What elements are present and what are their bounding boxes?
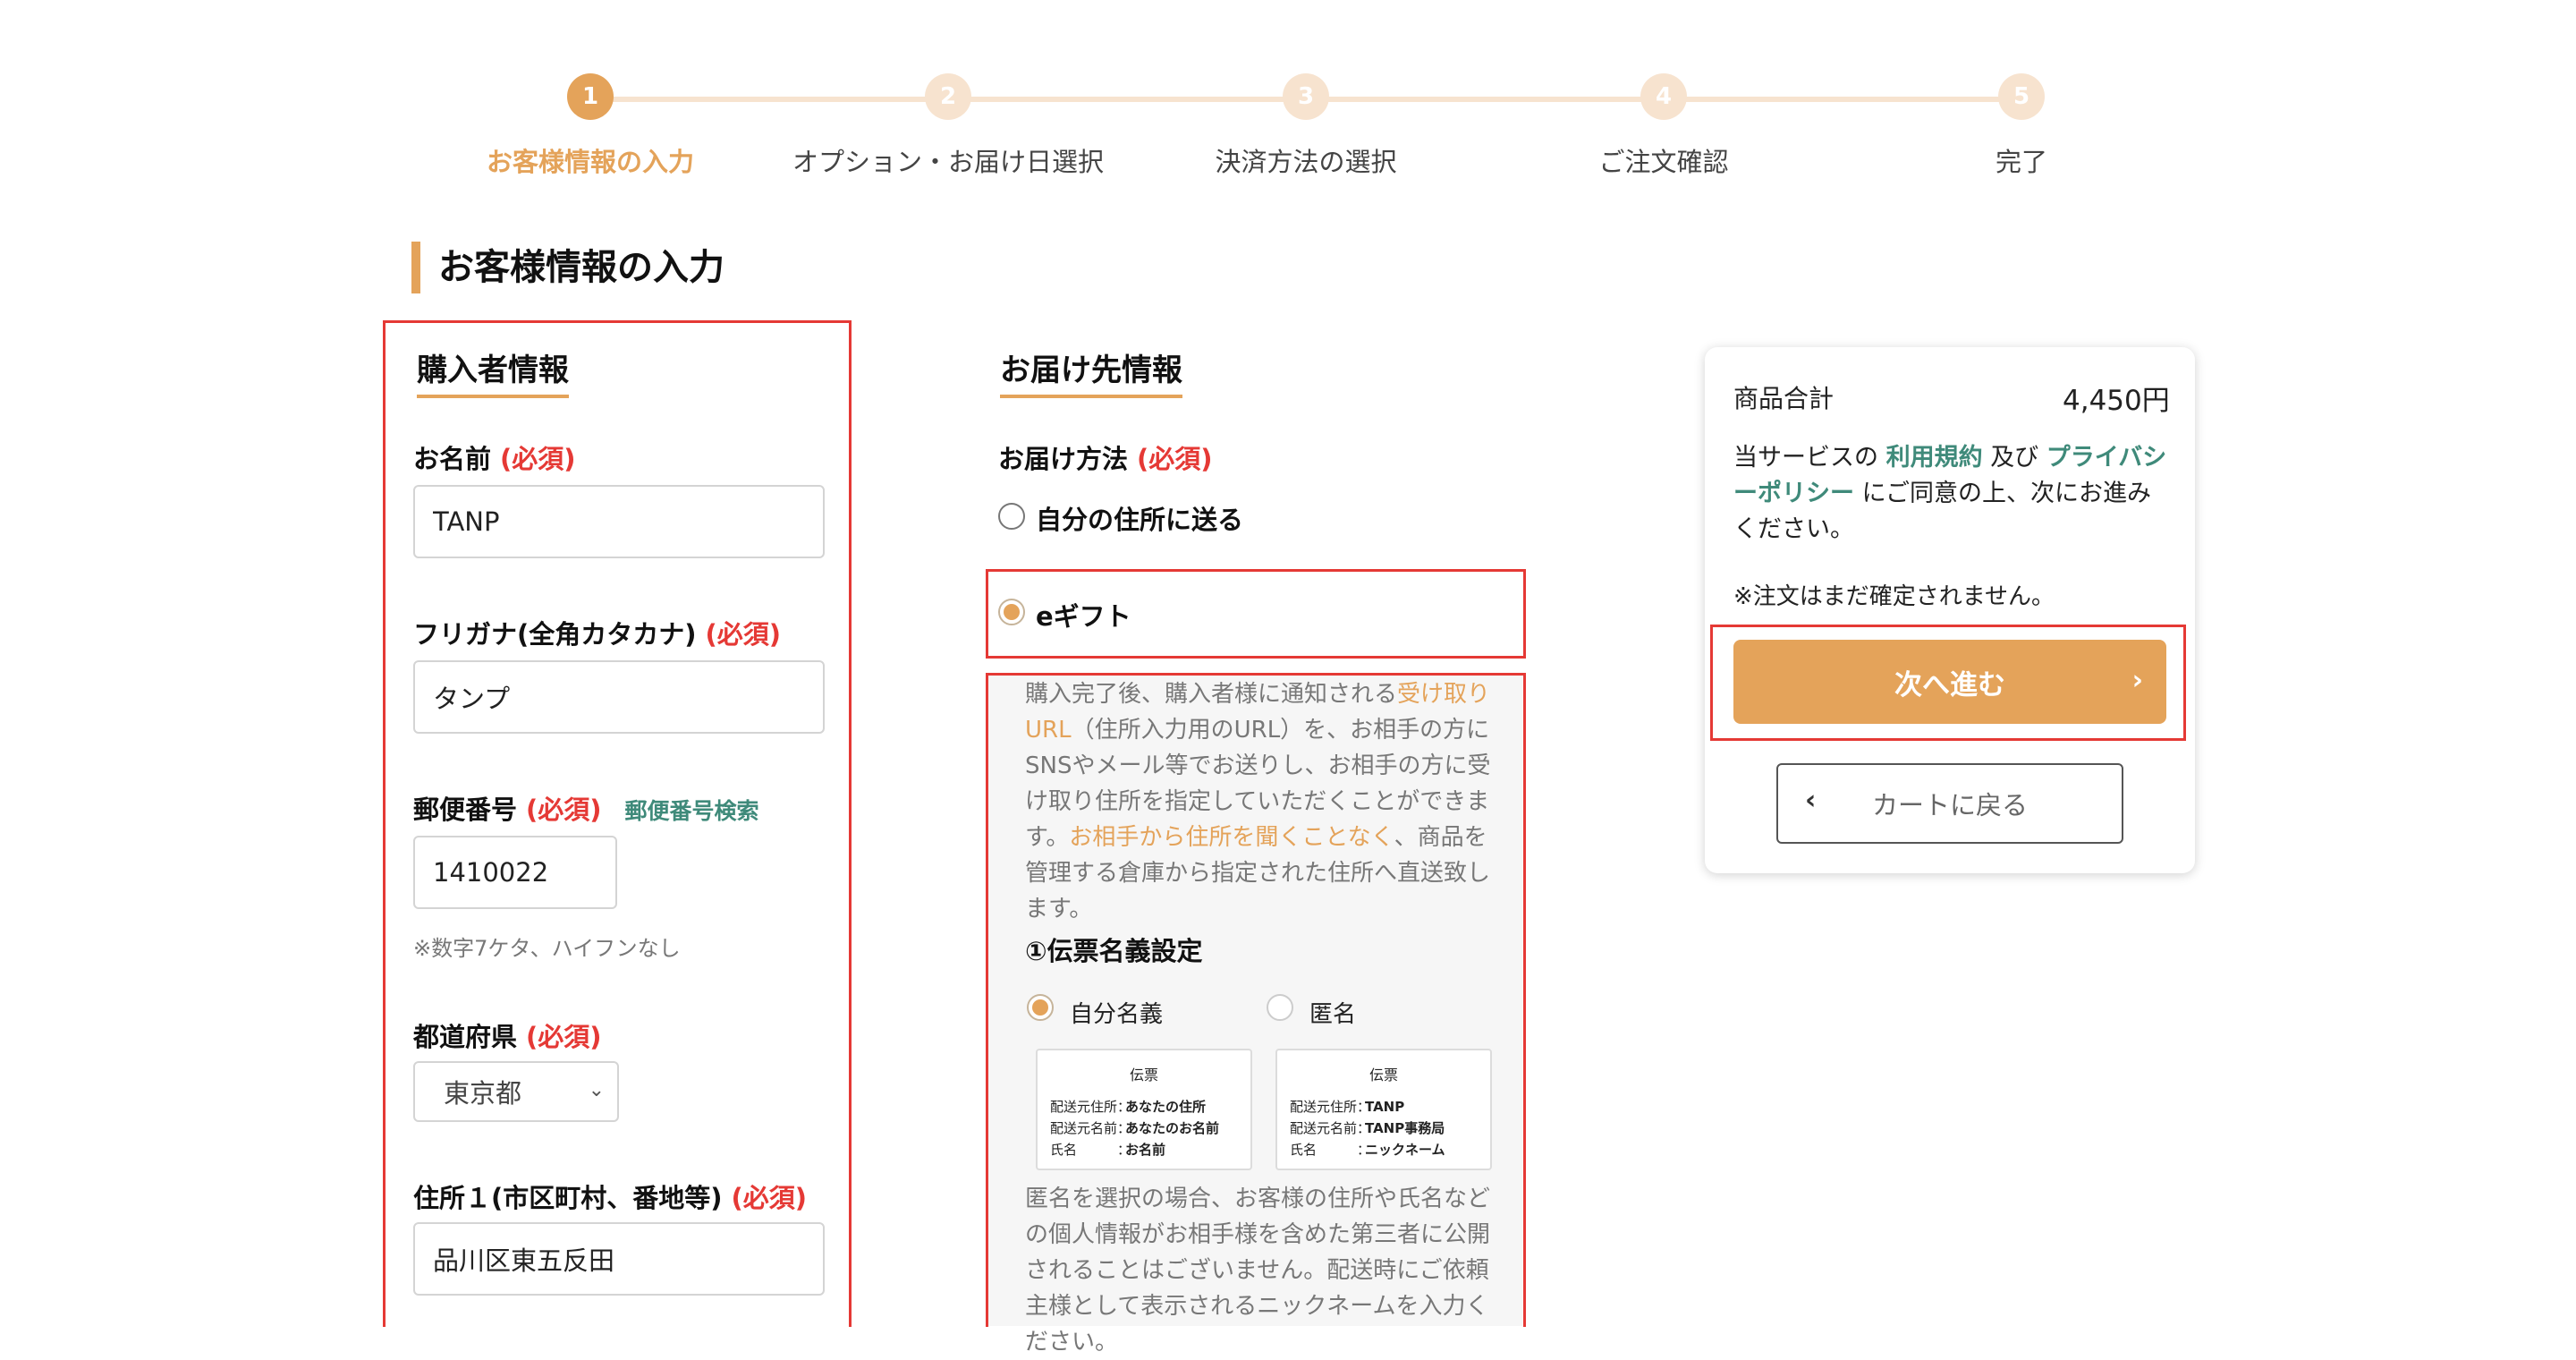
- slip-row: 配送元名前：TANP事務局: [1290, 1118, 1445, 1137]
- slip-name-heading: ①伝票名義設定: [1025, 936, 1203, 966]
- kana-input[interactable]: [413, 660, 825, 734]
- slip-preview-own: 伝票 配送元住所：あなたの住所 配送元名前：あなたのお名前 氏名 ：お名前: [1036, 1049, 1252, 1170]
- subtotal-value: 4,450円: [2063, 385, 2170, 417]
- name-input[interactable]: [413, 485, 825, 558]
- page-title: お客様情報の入力: [438, 247, 724, 288]
- slip-row: 配送元名前：あなたのお名前: [1050, 1118, 1219, 1137]
- terms-agreement-text: 当サービスの 利用規約 及び プライバシーポリシー にご同意の上、次にお進みくだ…: [1733, 440, 2168, 548]
- step-5-label: 完了: [1995, 147, 2047, 177]
- slip-title: 伝票: [1129, 1067, 1158, 1084]
- slip-row-value: あなたの住所: [1125, 1099, 1207, 1115]
- slip-anonymous-label[interactable]: 匿名: [1309, 996, 1356, 1029]
- name-label-text: お名前: [413, 444, 492, 474]
- required-mark: (必須): [526, 1022, 602, 1052]
- required-mark: (必須): [526, 795, 602, 825]
- slip-row-value: TANP: [1365, 1099, 1405, 1115]
- address1-label-text: 住所１(市区町村、番地等): [413, 1183, 723, 1213]
- page-title-accent: [411, 242, 420, 293]
- slip-row: 氏名 ：ニックネーム: [1290, 1140, 1445, 1159]
- chevron-left-icon: ‹: [1805, 785, 1817, 816]
- step-1-circle: 1: [567, 73, 614, 120]
- egift-desc-part1: 購入完了後、購入者様に通知される: [1025, 681, 1398, 708]
- required-mark: (必須): [731, 1183, 808, 1213]
- required-mark: (必須): [500, 444, 576, 474]
- egift-description: 購入完了後、購入者様に通知される受け取りURL（住所入力用のURL）を、お相手の…: [1025, 676, 1508, 927]
- step-2-circle: 2: [925, 73, 971, 120]
- slip-preview-anonymous: 伝票 配送元住所：TANP 配送元名前：TANP事務局 氏名 ：ニックネーム: [1275, 1049, 1492, 1170]
- name-label: お名前 (必須): [413, 438, 576, 476]
- address1-input[interactable]: [413, 1222, 825, 1296]
- terms-and: 及び: [1990, 444, 2039, 472]
- required-mark: (必須): [705, 619, 782, 650]
- step-2-label: オプション・お届け日選択: [792, 147, 1104, 177]
- step-1-label: お客様情報の入力: [486, 147, 694, 177]
- prefecture-label-text: 都道府県: [413, 1022, 518, 1052]
- address1-label: 住所１(市区町村、番地等) (必須): [413, 1177, 807, 1215]
- step-4-label: ご注文確認: [1598, 147, 1729, 177]
- slip-row-key: 配送元住所：: [1050, 1099, 1131, 1115]
- slip-row-value: ニックネーム: [1365, 1142, 1445, 1158]
- prefecture-label: 都道府県 (必須): [413, 1016, 602, 1054]
- slip-title: 伝票: [1368, 1067, 1398, 1084]
- zip-label-text: 郵便番号: [413, 795, 518, 825]
- kana-label-text: フリガナ(全角カタカナ): [413, 619, 697, 650]
- slip-row: 配送元住所：TANP: [1290, 1097, 1404, 1116]
- delivery-method-label-text: お届け方法: [998, 444, 1129, 474]
- chevron-down-icon: ⌄: [588, 1079, 605, 1101]
- slip-row-value: TANP事務局: [1365, 1120, 1445, 1136]
- slip-row: 配送元住所：あなたの住所: [1050, 1097, 1206, 1116]
- prefecture-selected-value: 東京都: [444, 1078, 522, 1109]
- zip-hint: ※数字7ケタ、ハイフンなし: [413, 936, 681, 961]
- chevron-right-icon: ›: [2131, 665, 2143, 696]
- terms-prefix: 当サービスの: [1733, 444, 1878, 472]
- step-3-circle: 3: [1283, 73, 1329, 120]
- zip-input[interactable]: [413, 836, 617, 909]
- delivery-section-heading: お届け先情報: [1000, 345, 1182, 398]
- slip-row-key: 配送元住所：: [1290, 1099, 1371, 1115]
- slip-row-key: 氏名 ：: [1290, 1142, 1371, 1158]
- slip-anonymous-radio[interactable]: [1267, 994, 1293, 1021]
- next-button[interactable]: 次へ進む ›: [1733, 640, 2166, 724]
- terms-of-service-link[interactable]: 利用規約: [1886, 444, 1983, 472]
- ship-to-self-label[interactable]: 自分の住所に送る: [1036, 499, 1243, 537]
- slip-own-name-label[interactable]: 自分名義: [1070, 996, 1163, 1029]
- slip-row: 氏名 ：お名前: [1050, 1140, 1165, 1159]
- subtotal-label: 商品合計: [1733, 384, 1835, 413]
- step-4-circle: 4: [1640, 73, 1687, 120]
- required-mark: (必須): [1137, 444, 1213, 474]
- delivery-method-label: お届け方法 (必須): [998, 438, 1213, 476]
- slip-row-value: あなたのお名前: [1125, 1120, 1220, 1136]
- slip-row-value: お名前: [1125, 1142, 1166, 1158]
- next-button-label: 次へ進む: [1894, 668, 2005, 701]
- no-address-needed-text: お相手から住所を聞くことなく: [1069, 824, 1394, 851]
- buyer-section-heading: 購入者情報: [417, 345, 569, 398]
- egift-label[interactable]: eギフト: [1036, 596, 1131, 633]
- slip-row-key: 配送元名前：: [1290, 1120, 1371, 1136]
- ship-to-self-radio[interactable]: [998, 503, 1025, 530]
- back-to-cart-label: カートに戻る: [1871, 790, 2028, 820]
- back-to-cart-button[interactable]: ‹ カートに戻る: [1776, 763, 2123, 844]
- kana-label: フリガナ(全角カタカナ) (必須): [413, 614, 781, 651]
- slip-row-key: 氏名 ：: [1050, 1142, 1131, 1158]
- prefecture-select[interactable]: 東京都 ⌄: [413, 1061, 619, 1122]
- anonymous-note: 匿名を選択の場合、お客様の住所や氏名などの個人情報がお相手様を含めた第三者に公開…: [1025, 1186, 1491, 1356]
- step-3-label: 決済方法の選択: [1215, 147, 1397, 177]
- zip-label: 郵便番号 (必須) 郵便番号検索: [413, 789, 759, 827]
- step-5-circle: 5: [1998, 73, 2045, 120]
- order-not-confirmed-notice: ※注文はまだ確定されません。: [1733, 583, 2055, 610]
- zip-search-link[interactable]: 郵便番号検索: [625, 798, 759, 824]
- egift-radio[interactable]: [998, 599, 1025, 625]
- slip-own-name-radio[interactable]: [1027, 994, 1054, 1021]
- slip-row-key: 配送元名前：: [1050, 1120, 1131, 1136]
